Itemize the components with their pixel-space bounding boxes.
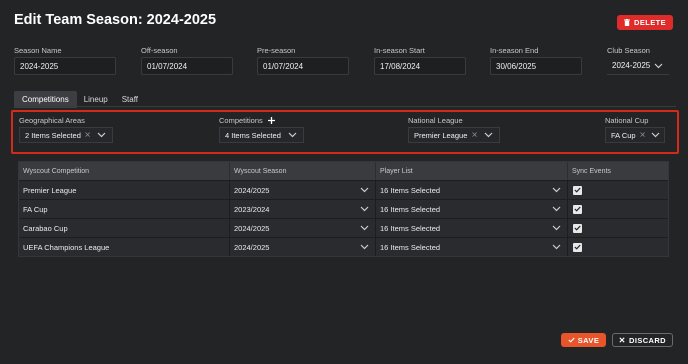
player-list-value: 16 Items Selected	[380, 242, 441, 252]
sync-events-cell	[567, 200, 668, 218]
check-icon	[568, 337, 575, 343]
check-icon	[574, 244, 581, 250]
competition-cell: UEFA Champions League	[23, 242, 110, 252]
delete-label: DELETE	[634, 18, 666, 27]
check-icon	[574, 225, 581, 231]
season-value: 2024/2025	[234, 242, 270, 252]
table-row: Carabao Cup 2024/2025 16 Items Selected	[19, 218, 668, 237]
pre-season-input[interactable]: 01/07/2024	[257, 57, 349, 75]
trash-icon	[624, 19, 630, 26]
table-row: Premier League 2024/2025 16 Items Select…	[19, 180, 668, 199]
season-name-input[interactable]: 2024-2025	[14, 57, 116, 75]
in-season-end-label: In-season End	[490, 46, 539, 55]
pre-season-label: Pre-season	[257, 46, 296, 55]
sync-events-checkbox[interactable]	[573, 223, 582, 233]
chevron-down-icon	[552, 206, 561, 212]
geo-areas-label: Geographical Areas	[19, 116, 85, 125]
column-header: Player List	[375, 162, 567, 180]
national-cup-label-text: National Cup	[605, 116, 649, 125]
discard-button[interactable]: DISCARD	[612, 333, 673, 347]
season-value: 2023/2024	[234, 204, 270, 214]
chevron-down-icon	[360, 206, 369, 212]
column-header: Wyscout Competition	[23, 167, 90, 175]
chevron-down-icon	[360, 187, 369, 193]
sync-events-cell	[567, 219, 668, 237]
season-select[interactable]: 2024/2025	[229, 219, 375, 237]
page-title: Edit Team Season: 2024-2025	[14, 12, 217, 28]
player-list-value: 16 Items Selected	[380, 185, 441, 195]
off-season-input[interactable]: 01/07/2024	[141, 57, 233, 75]
check-icon	[574, 187, 581, 193]
chevron-down-icon	[288, 132, 297, 138]
season-select[interactable]: 2023/2024	[229, 200, 375, 218]
chevron-down-icon	[654, 63, 663, 68]
competitions-value: 4 Items Selected	[225, 130, 281, 140]
season-value: 2024/2025	[234, 185, 270, 195]
player-list-select[interactable]: 16 Items Selected	[375, 181, 567, 199]
competition-cell: Premier League	[23, 185, 77, 195]
sync-events-checkbox[interactable]	[573, 242, 582, 252]
chevron-down-icon	[651, 132, 660, 138]
season-name-label: Season Name	[14, 46, 62, 55]
club-season-label: Club Season	[607, 46, 650, 55]
close-icon	[619, 337, 625, 343]
sync-events-checkbox[interactable]	[573, 185, 582, 195]
player-list-value: 16 Items Selected	[380, 204, 441, 214]
chevron-down-icon	[552, 244, 561, 250]
geo-areas-value: 2 Items Selected	[25, 130, 81, 140]
season-select[interactable]: 2024/2025	[229, 238, 375, 256]
plus-icon[interactable]	[267, 117, 275, 124]
sync-events-checkbox[interactable]	[573, 204, 582, 214]
table-row: UEFA Champions League 2024/2025 16 Items…	[19, 237, 668, 256]
column-header: Sync Events	[567, 162, 668, 180]
check-icon	[574, 206, 581, 212]
club-season-value: 2024-2025	[612, 61, 651, 70]
chevron-down-icon	[484, 132, 493, 138]
save-label: SAVE	[577, 335, 600, 345]
competitions-table: Wyscout Competition Wyscout Season Playe…	[18, 161, 669, 257]
clear-icon[interactable]: ✕	[84, 131, 91, 140]
in-season-end-input[interactable]: 30/06/2025	[490, 57, 582, 75]
competition-cell: FA Cup	[23, 204, 48, 214]
table-header: Wyscout Competition Wyscout Season Playe…	[19, 162, 668, 180]
competitions-label-text: Competitions	[219, 116, 263, 125]
geo-areas-label-text: Geographical Areas	[19, 116, 85, 125]
chevron-down-icon	[360, 225, 369, 231]
competitions-select[interactable]: 4 Items Selected	[219, 127, 304, 143]
off-season-label: Off-season	[141, 46, 178, 55]
clear-icon[interactable]: ✕	[471, 131, 478, 140]
chevron-down-icon	[360, 244, 369, 250]
save-button[interactable]: SAVE	[561, 333, 606, 347]
chevron-down-icon	[552, 187, 561, 193]
sync-events-cell	[567, 238, 668, 256]
chevron-down-icon	[552, 225, 561, 231]
table-row: FA Cup 2023/2024 16 Items Selected	[19, 199, 668, 218]
player-list-select[interactable]: 16 Items Selected	[375, 238, 567, 256]
in-season-start-label: In-season Start	[374, 46, 425, 55]
tab-divider	[14, 106, 676, 107]
competitions-label: Competitions	[219, 116, 275, 125]
competition-cell: Carabao Cup	[23, 223, 68, 233]
season-value: 2024/2025	[234, 223, 270, 233]
sync-events-cell	[567, 181, 668, 199]
player-list-value: 16 Items Selected	[380, 223, 441, 233]
national-cup-value: FA Cup	[611, 130, 636, 140]
national-league-select[interactable]: Premier League ✕	[408, 127, 500, 143]
geo-areas-select[interactable]: 2 Items Selected ✕	[19, 127, 113, 143]
chevron-down-icon	[97, 132, 106, 138]
season-select[interactable]: 2024/2025	[229, 181, 375, 199]
club-season-select[interactable]: 2024-2025	[607, 57, 669, 75]
player-list-select[interactable]: 16 Items Selected	[375, 200, 567, 218]
clear-icon[interactable]: ✕	[639, 131, 646, 140]
column-header: Wyscout Season	[229, 162, 375, 180]
player-list-select[interactable]: 16 Items Selected	[375, 219, 567, 237]
national-cup-label: National Cup	[605, 116, 648, 125]
discard-label: DISCARD	[629, 335, 666, 345]
national-league-label-text: National League	[408, 116, 463, 125]
national-league-label: National League	[408, 116, 463, 125]
delete-button[interactable]: DELETE	[617, 15, 673, 30]
national-league-value: Premier League	[414, 130, 468, 140]
in-season-start-input[interactable]: 17/08/2024	[374, 57, 466, 75]
national-cup-select[interactable]: FA Cup ✕	[605, 127, 665, 143]
